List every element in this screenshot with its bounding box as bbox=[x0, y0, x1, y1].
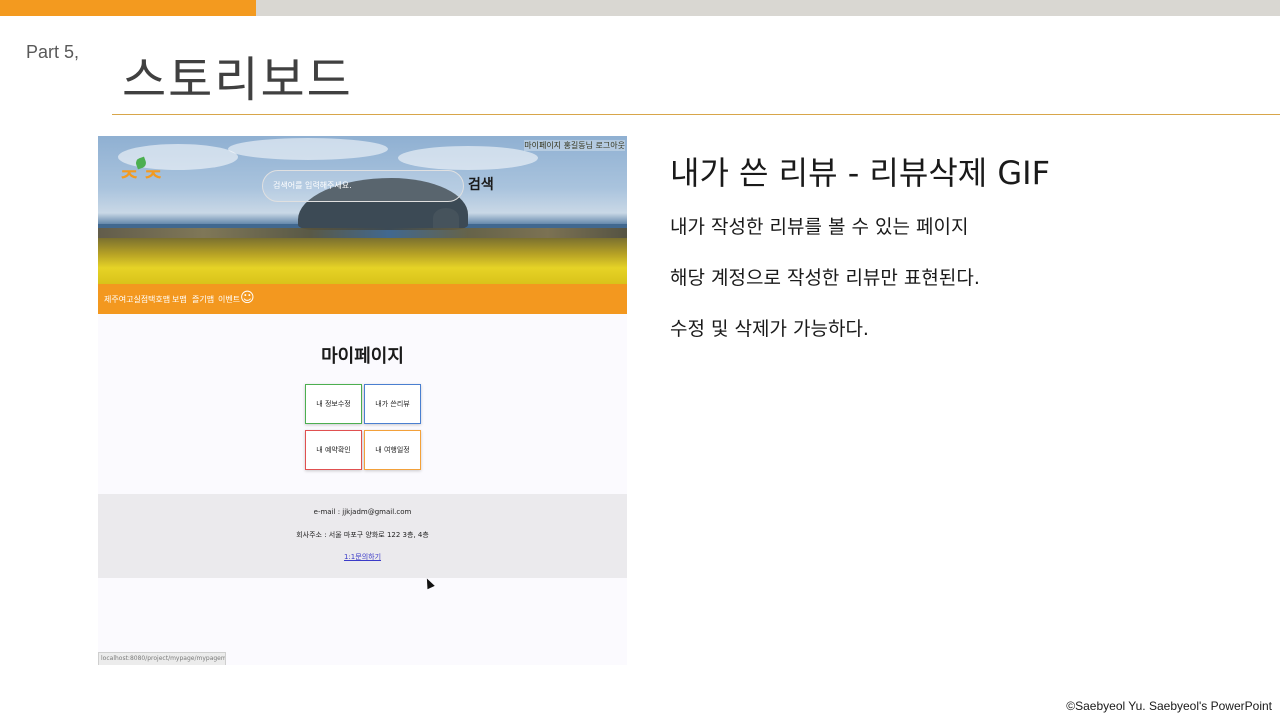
copyright-credit: ©Saebyeol Yu. Saebyeol's PowerPoint bbox=[1066, 699, 1272, 713]
my-itinerary-button[interactable]: 내 여행일정 bbox=[364, 430, 421, 470]
top-gray-bar bbox=[256, 0, 1280, 16]
nav-item[interactable]: 즐기맵 bbox=[192, 294, 214, 305]
section-heading: 내가 쓴 리뷰 - 리뷰삭제 GIF bbox=[670, 154, 1051, 192]
hero-banner: ᄌ ᄌ 마이페이지 홍길동님 로그아웃 검색어를 입력해주세요. 검색 bbox=[98, 136, 627, 284]
edit-info-button[interactable]: 내 정보수정 bbox=[305, 384, 362, 424]
nav-item[interactable]: 택호맵 bbox=[148, 294, 170, 305]
description-line: 수정 및 삭제가 가능하다. bbox=[670, 318, 869, 340]
nav-item[interactable]: 제주여고실점 bbox=[104, 294, 148, 305]
part-label: Part 5, bbox=[26, 42, 80, 62]
islet bbox=[433, 208, 459, 228]
search-placeholder: 검색어를 입력해주세요. bbox=[273, 181, 352, 190]
top-links[interactable]: 마이페이지 홍길동님 로그아웃 bbox=[524, 140, 625, 151]
nav-item[interactable]: 이벤트 bbox=[218, 294, 240, 305]
person-icon[interactable]: ☺ bbox=[240, 290, 256, 306]
footer-email: e-mail : jjkjadm@gmail.com bbox=[313, 508, 412, 516]
mypage-title: 마이페이지 bbox=[321, 346, 404, 367]
inquiry-link[interactable]: 1:1문의하기 bbox=[344, 553, 381, 561]
cloud bbox=[398, 146, 538, 170]
cloud bbox=[228, 138, 388, 160]
footer-address: 회사주소 : 서울 마포구 양화로 122 3층, 4층 bbox=[296, 531, 429, 539]
top-accent-bar bbox=[0, 0, 256, 16]
site-footer: e-mail : jjkjadm@gmail.com 회사주소 : 서울 마포구… bbox=[98, 494, 627, 578]
website-screenshot: ᄌ ᄌ 마이페이지 홍길동님 로그아웃 검색어를 입력해주세요. 검색 제주여고… bbox=[98, 136, 627, 665]
nav-item[interactable]: 보맵 bbox=[172, 294, 187, 305]
my-reservations-button[interactable]: 내 예약확인 bbox=[305, 430, 362, 470]
main-nav: 제주여고실점 택호맵 보맵 즐기맵 이벤트 ☺ bbox=[98, 284, 627, 314]
search-input[interactable]: 검색어를 입력해주세요. bbox=[262, 170, 464, 202]
title-divider bbox=[112, 114, 1280, 115]
description-line: 해당 계정으로 작성한 리뷰만 표현된다. bbox=[670, 267, 980, 289]
search-button[interactable]: 검색 bbox=[468, 174, 494, 194]
slide-title: 스토리보드 bbox=[122, 52, 353, 108]
my-reviews-button[interactable]: 내가 쓴리뷰 bbox=[364, 384, 421, 424]
site-logo[interactable]: ᄌ ᄌ bbox=[120, 166, 162, 194]
browser-status-url: localhost:8080/project/mypage/mypagemain… bbox=[98, 652, 226, 665]
flower-field bbox=[98, 238, 627, 284]
description-line: 내가 작성한 리뷰를 볼 수 있는 페이지 bbox=[670, 216, 969, 238]
mouse-cursor-icon bbox=[423, 576, 435, 590]
